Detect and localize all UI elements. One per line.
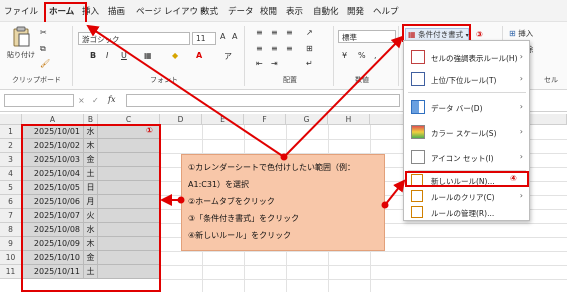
arrow-to-home-tab [86, 24, 285, 158]
arrow-origin-dot [177, 196, 185, 204]
arrow-origin-dot [280, 153, 288, 161]
arrow-to-new-rule [384, 179, 406, 206]
annotation-arrows [86, 24, 406, 209]
arrow-to-cond-format [283, 35, 404, 158]
arrow-origin-dot [381, 201, 389, 209]
